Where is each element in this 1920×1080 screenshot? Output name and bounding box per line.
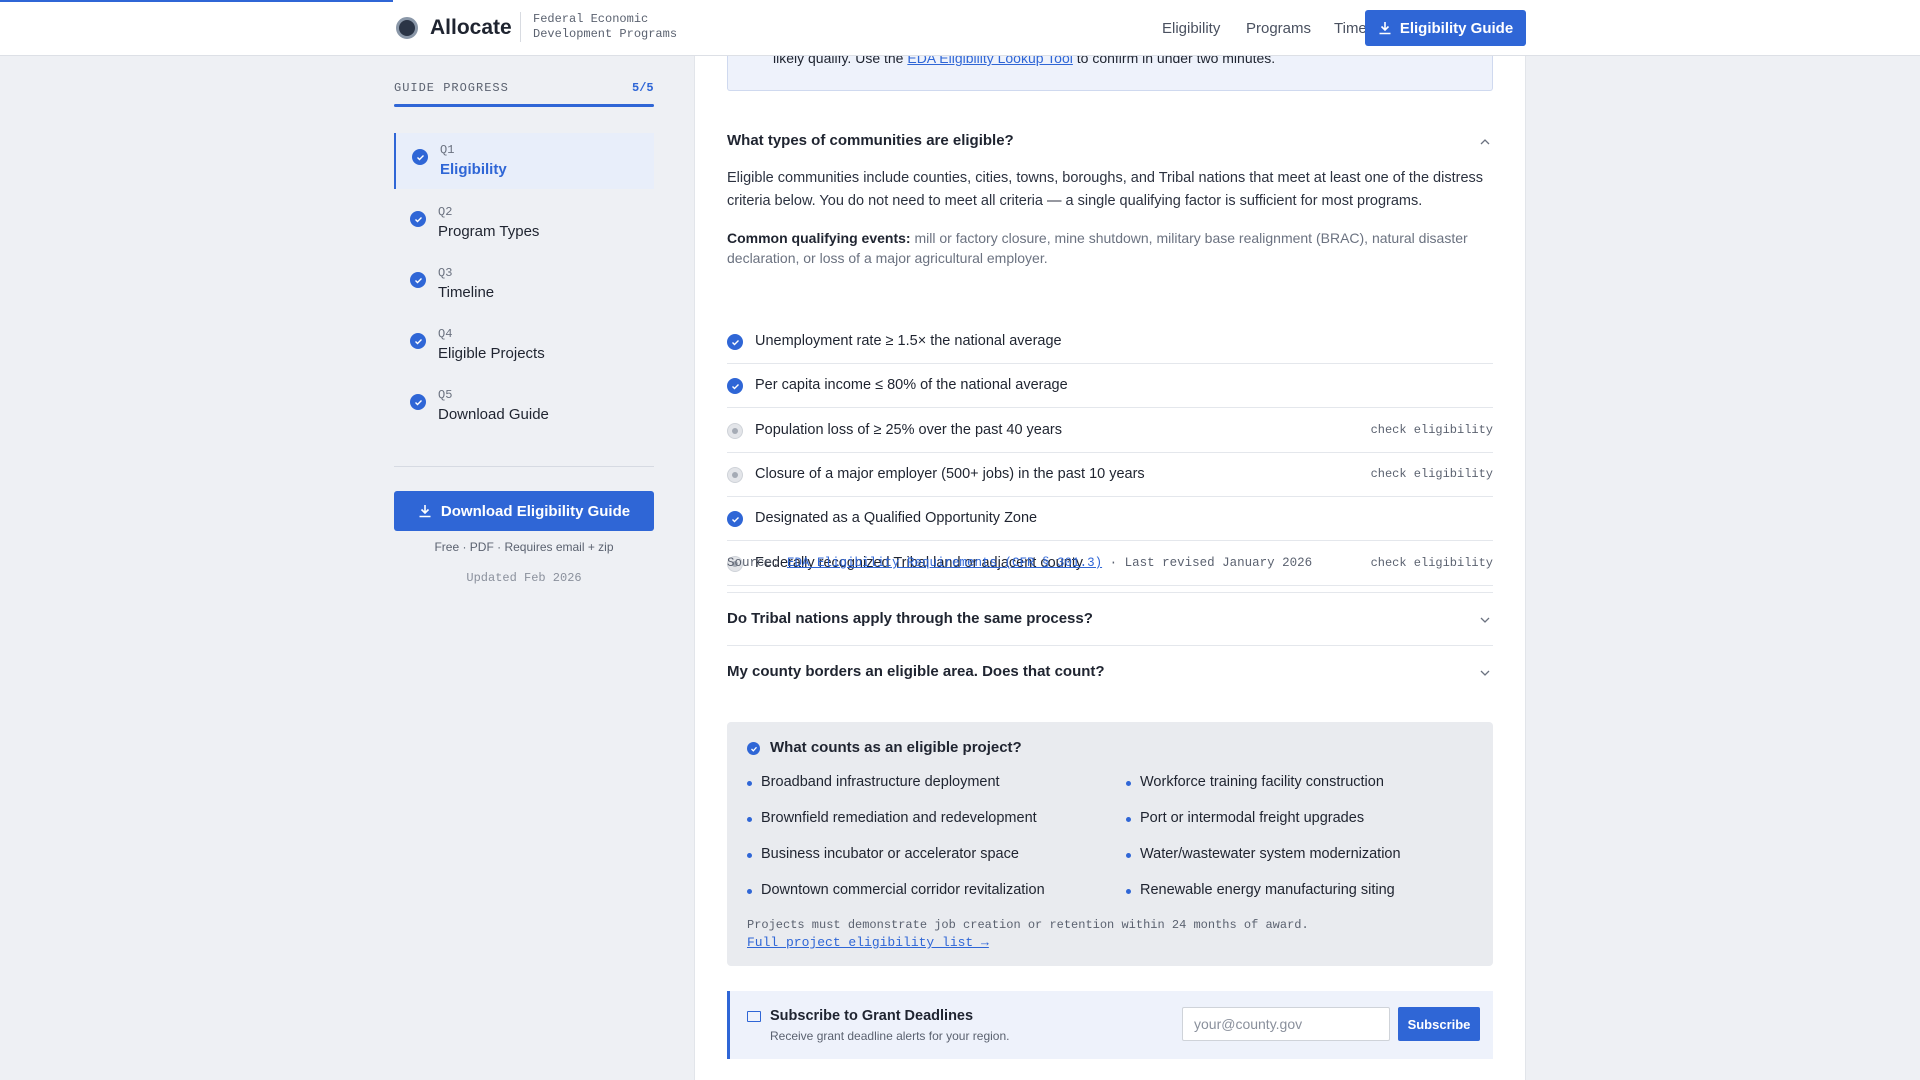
download-icon [419, 505, 431, 518]
criterion-row: Unemployment rate ≥ 1.5× the national av… [727, 320, 1493, 364]
criterion-text: Closure of a major employer (500+ jobs) … [755, 465, 1145, 482]
project-list-item: Renewable energy manufacturing siting [1126, 882, 1395, 898]
sidebar-item-label: Eligibility [440, 161, 507, 178]
sidebar-item-number: Q2 [438, 205, 453, 219]
download-note: Free · PDF · Requires email + zip [434, 540, 614, 554]
subscribe-description: Receive grant deadline alerts for your r… [770, 1029, 1010, 1043]
nav-programs[interactable]: Programs [1246, 20, 1311, 37]
sidebar-item-number: Q4 [438, 327, 453, 341]
pending-circle-icon [727, 422, 743, 439]
full-project-list-link[interactable]: Full project eligibility list → [747, 935, 989, 950]
content-card: likely qualify. Use the EDA Eligibility … [694, 46, 1526, 1080]
guide-progress-label: GUIDE PROGRESS [394, 81, 509, 95]
project-list-item: Water/wastewater system modernization [1126, 846, 1401, 862]
check-circle-icon [412, 149, 428, 165]
nav-eligibility[interactable]: Eligibility [1162, 20, 1220, 37]
guide-progress-count: 5/5 [632, 81, 654, 95]
download-eligibility-guide-button[interactable]: Download Eligibility Guide [394, 491, 654, 531]
sidebar-item-q2[interactable]: Q2 Program Types [394, 195, 654, 251]
faq-question-community-types[interactable]: What types of communities are eligible? [727, 132, 1014, 149]
check-circle-icon [727, 511, 743, 528]
guide-progress-bar [394, 104, 654, 107]
source-line: Source: EDA Eligibility Requirements (CF… [727, 556, 1313, 570]
criterion-row: Per capita income ≤ 80% of the national … [727, 364, 1493, 409]
check-circle-icon [410, 272, 426, 288]
sidebar-item-q4[interactable]: Q4 Eligible Projects [394, 317, 654, 373]
project-list-item: Downtown commercial corridor revitalizat… [747, 882, 1045, 898]
criterion-text: Population loss of ≥ 25% over the past 4… [755, 421, 1062, 438]
subscribe-panel: Subscribe to Grant Deadlines Receive gra… [727, 991, 1493, 1059]
faq-divider [727, 645, 1493, 646]
project-list-item: Brownfield remediation and redevelopment [747, 810, 1037, 826]
criterion-text: Per capita income ≤ 80% of the national … [755, 377, 1068, 394]
check-eligibility-link[interactable]: check eligibility [1371, 556, 1493, 570]
eligibility-guide-label: Eligibility Guide [1399, 19, 1514, 37]
sidebar-item-label: Timeline [438, 284, 495, 301]
project-list-item: Business incubator or accelerator space [747, 846, 1019, 862]
project-list-item: Broadband infrastructure deployment [747, 774, 1000, 790]
chevron-up-icon[interactable] [1479, 136, 1491, 148]
brand-subtitle: Federal Economic Development Programs [533, 12, 678, 41]
brand-name[interactable]: Allocate [430, 16, 512, 40]
email-input[interactable] [1182, 1007, 1390, 1041]
check-circle-icon [727, 378, 743, 395]
check-circle-icon [727, 334, 743, 350]
subscribe-button[interactable]: Subscribe [1398, 1007, 1480, 1041]
source-link[interactable]: EDA Eligibility Requirements (CFR § 301.… [787, 556, 1102, 570]
check-eligibility-link[interactable]: check eligibility [1371, 467, 1493, 481]
criterion-row: Designated as a Qualified Opportunity Zo… [727, 497, 1493, 542]
faq-divider [727, 592, 1493, 593]
sidebar-item-label: Program Types [438, 223, 540, 240]
projects-note: Projects must demonstrate job creation o… [747, 918, 1309, 932]
qualifying-events: Common qualifying events: mill or factor… [727, 230, 1468, 266]
faq-question-bordering-county[interactable]: My county borders an eligible area. Does… [727, 663, 1105, 680]
criterion-text: Designated as a Qualified Opportunity Zo… [755, 510, 1038, 527]
eligible-projects-box: What counts as an eligible project? Broa… [727, 722, 1493, 966]
sidebar-item-q1[interactable]: Q1 Eligibility [394, 133, 654, 189]
download-icon [1379, 22, 1391, 35]
project-list-item: Port or intermodal freight upgrades [1125, 810, 1365, 826]
sidebar-item-number: Q5 [438, 388, 453, 402]
eligibility-guide-button[interactable]: Eligibility Guide [1365, 10, 1526, 46]
guide-progress-fill [394, 104, 654, 107]
sidebar-item-q3[interactable]: Q3 Timeline [394, 256, 654, 312]
pending-circle-icon [727, 466, 743, 483]
updated-date: Updated Feb 2026 [466, 571, 582, 585]
top-header: Allocate Federal Economic Development Pr… [0, 0, 1920, 56]
download-eligibility-guide-label: Download Eligibility Guide [440, 502, 631, 520]
sidebar-item-q5[interactable]: Q5 Download Guide [394, 378, 654, 434]
sidebar-item-label: Eligible Projects [438, 345, 545, 362]
criterion-row: Closure of a major employer (500+ jobs) … [727, 453, 1493, 497]
sidebar-item-label: Download Guide [438, 406, 549, 423]
check-eligibility-link[interactable]: check eligibility [1371, 423, 1493, 437]
brand-divider [520, 12, 521, 42]
mail-icon [747, 1011, 761, 1022]
faq-answer: Eligible communities include counties, c… [727, 170, 1484, 209]
check-circle-icon [410, 394, 426, 410]
page-load-progress [0, 0, 393, 2]
check-badge-icon [747, 742, 760, 755]
sidebar-item-number: Q1 [440, 143, 455, 157]
chevron-down-icon[interactable] [1479, 614, 1491, 626]
check-circle-icon [410, 211, 426, 227]
criterion-text: Unemployment rate ≥ 1.5× the national av… [755, 333, 1062, 349]
criterion-row: Population loss of ≥ 25% over the past 4… [727, 409, 1493, 453]
check-circle-icon [410, 333, 426, 349]
sidebar-divider [394, 466, 654, 467]
allocate-logo-icon[interactable] [396, 17, 418, 39]
subscribe-title: Subscribe to Grant Deadlines [770, 1008, 974, 1024]
project-list-item: Workforce training facility construction [1126, 774, 1384, 790]
chevron-down-icon[interactable] [1479, 667, 1491, 679]
sidebar-item-number: Q3 [438, 266, 453, 280]
eligible-projects-title: What counts as an eligible project? [770, 739, 1022, 756]
faq-question-tribal-process[interactable]: Do Tribal nations apply through the same… [727, 610, 1093, 627]
